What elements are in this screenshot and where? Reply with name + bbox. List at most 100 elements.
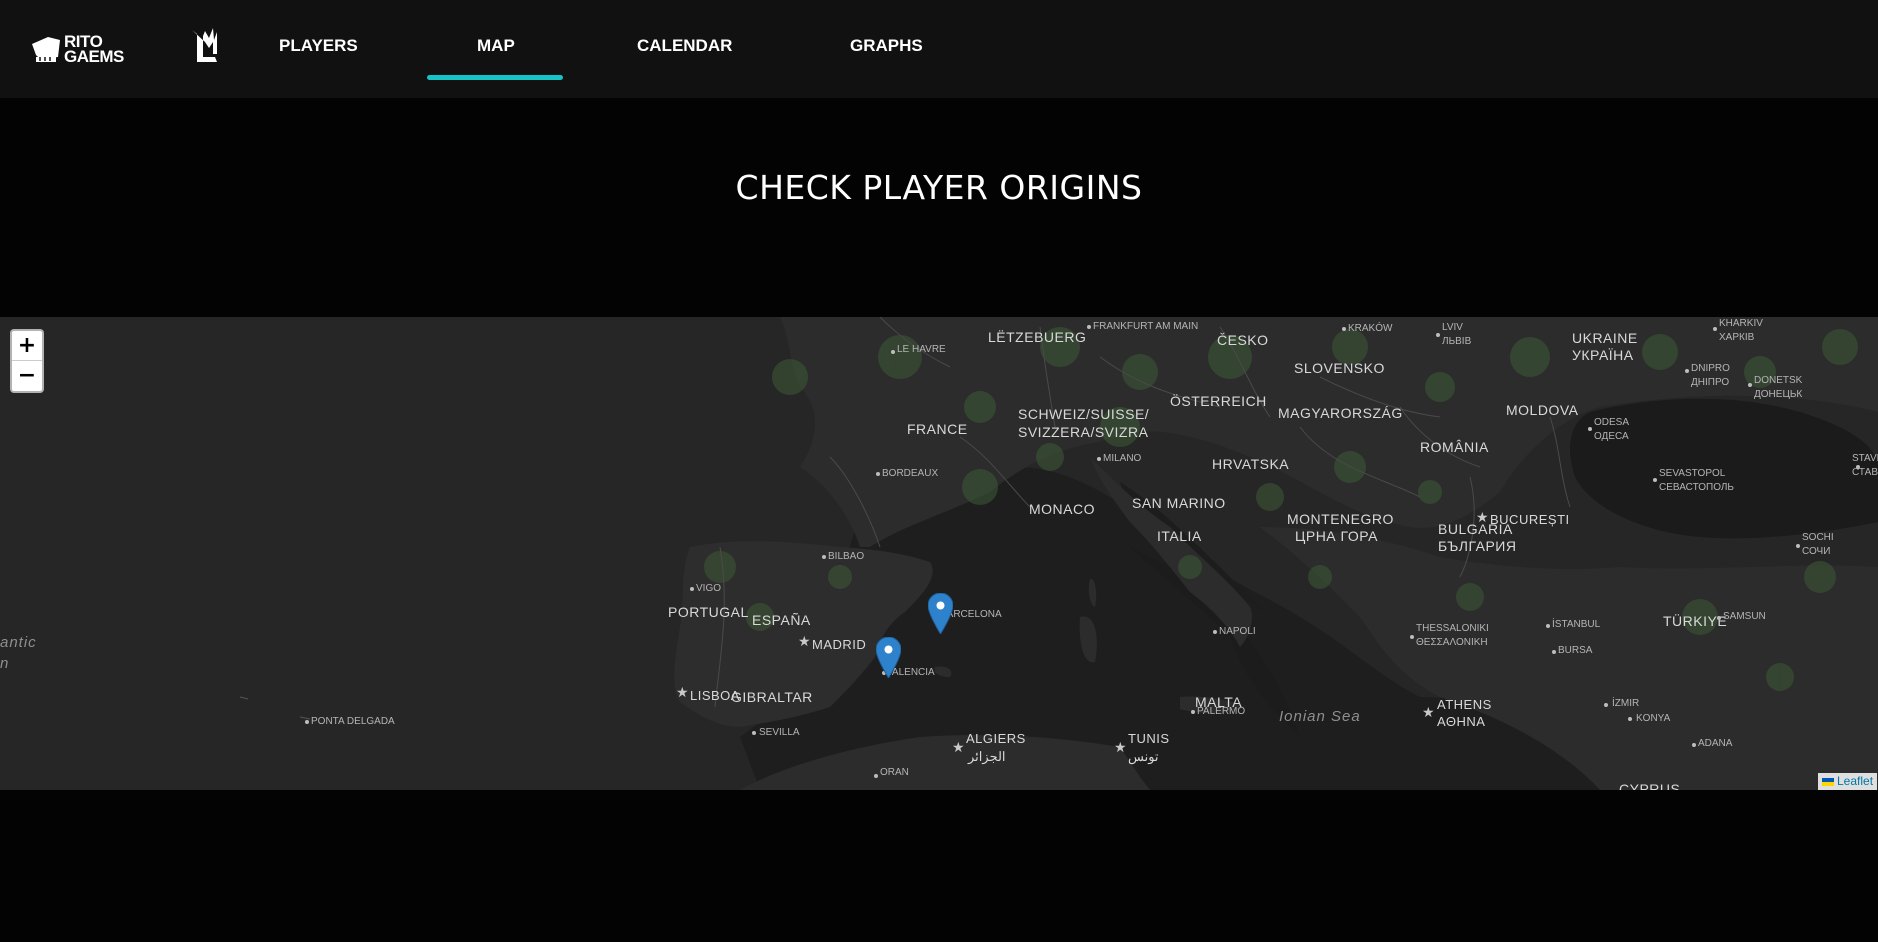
capital-star-icon: ★ (1476, 510, 1489, 526)
label-thessaloniki: THESSALONIKI (1416, 623, 1489, 634)
label-izmir: İZMIR (1612, 698, 1640, 709)
page-title: CHECK PLAYER ORIGINS (735, 168, 1143, 208)
label-athina: ΑΘΗΝΑ (1437, 714, 1486, 729)
label-atlantic-1: antic (0, 634, 37, 651)
map-marker-valencia[interactable] (876, 637, 901, 678)
city-dot (1796, 544, 1800, 548)
label-lviv-cyr: ЛЬВІВ (1442, 336, 1472, 347)
label-sochi: SOCHI (1802, 532, 1834, 543)
label-bilbao: BILBAO (828, 551, 865, 562)
label-dnipro: DNIPRO (1691, 363, 1730, 374)
capital-star-icon: ★ (676, 685, 689, 701)
city-dot (1436, 333, 1440, 337)
label-stavropol-cyr: СТАВР (1852, 467, 1878, 478)
map-marker-barcelona[interactable] (928, 593, 953, 634)
label-samsun: SAMSUN (1723, 611, 1766, 622)
capital-star-icon: ★ (1422, 705, 1435, 721)
capital-star-icon: ★ (798, 634, 811, 650)
city-dot (1410, 635, 1414, 639)
player-origins-map[interactable]: LËTZEBUERG ČESKO UKRAINE УКРАЇНА SLOVENS… (0, 317, 1878, 790)
city-dot (1342, 327, 1346, 331)
label-frankfurt: FRANKFURT AM MAIN (1093, 321, 1199, 332)
label-istanbul: İSTANBUL (1552, 619, 1601, 630)
city-dot (1213, 630, 1217, 634)
label-hrvatska: HRVATSKA (1212, 456, 1290, 472)
label-balgariya: БЪЛГАРИЯ (1438, 538, 1517, 554)
city-dot (1552, 650, 1556, 654)
attribution-link[interactable]: Leaflet (1837, 774, 1873, 788)
map-tiles[interactable] (0, 317, 1878, 790)
label-sochi-cyr: СОЧИ (1802, 546, 1831, 557)
label-romania: ROMÂNIA (1420, 439, 1489, 455)
city-dot (1713, 327, 1717, 331)
label-tunis-ar: تونس (1128, 749, 1159, 764)
label-stavropol: STAVR (1852, 453, 1878, 464)
label-espana: ESPAÑA (752, 612, 811, 628)
label-thessaloniki-gr: ΘΕΣΣΑΛΟΝΙΚΗ (1416, 637, 1488, 648)
label-algiers: ALGIERS (966, 731, 1026, 746)
label-vigo: VIGO (696, 583, 722, 594)
label-napoli: NAPOLI (1219, 626, 1256, 637)
label-oran: ORAN (880, 767, 909, 778)
label-sevastopol-cyr: СЕВАСТОПОЛЬ (1659, 482, 1734, 493)
label-tunis: TUNIS (1128, 731, 1170, 746)
label-ionian-sea: Ionian Sea (1279, 708, 1361, 725)
city-dot (822, 555, 826, 559)
label-odesa-cyr: ОДЕСА (1594, 431, 1629, 442)
city-dot (1628, 717, 1632, 721)
label-atlantic-2: n (0, 655, 10, 672)
capital-star-icon: ★ (1114, 740, 1127, 756)
label-bucuresti: BUCUREȘTI (1490, 512, 1570, 527)
label-bordeaux: BORDEAUX (882, 468, 939, 479)
label-moldova: MOLDOVA (1506, 402, 1579, 418)
league-of-legends-icon[interactable] (189, 24, 219, 64)
top-navigation-bar: RITO GAEMS PLAYERS MAP CALENDAR GRAPHS (0, 0, 1878, 98)
city-dot (1191, 710, 1195, 714)
label-athens: ATHENS (1437, 697, 1492, 712)
nav-players[interactable]: PLAYERS (279, 36, 358, 56)
ukraine-flag-icon (1822, 777, 1834, 786)
label-le-havre: LE HAVRE (897, 344, 946, 355)
city-dot (1546, 624, 1550, 628)
logo-line-2: GAEMS (64, 47, 124, 66)
label-sevilla: SEVILLA (759, 727, 800, 738)
city-dot (690, 587, 694, 591)
label-slovensko: SLOVENSKO (1294, 360, 1385, 376)
fist-logo-icon (32, 37, 60, 62)
label-italia: ITALIA (1157, 528, 1202, 544)
nav-map[interactable]: MAP (477, 36, 515, 56)
label-montenegro: MONTENEGRO (1287, 511, 1394, 527)
label-kharkiv-cyr: ХАРКІВ (1719, 332, 1755, 343)
zoom-out-button[interactable]: − (12, 361, 42, 391)
label-bursa: BURSA (1558, 645, 1593, 656)
label-cyprus: CYPRUS (1619, 781, 1681, 790)
city-dot (1588, 427, 1592, 431)
zoom-control: + − (10, 329, 44, 393)
nav-calendar[interactable]: CALENDAR (637, 36, 732, 56)
label-magyarorszag: MAGYARORSZÁG (1278, 405, 1403, 421)
zoom-in-button[interactable]: + (12, 331, 42, 361)
city-dot (1748, 383, 1752, 387)
city-dot (1604, 703, 1608, 707)
label-monaco: MONACO (1029, 501, 1095, 517)
label-adana: ADANA (1698, 738, 1733, 749)
label-schweiz-2: SVIZZERA/SVIZRA (1018, 424, 1149, 440)
label-sevastopol: SEVASTOPOL (1659, 468, 1726, 479)
city-dot (752, 731, 756, 735)
label-palermo: PALERMO (1197, 706, 1246, 717)
active-tab-indicator (427, 75, 563, 80)
label-ponta-delgada: PONTA DELGADA (311, 716, 395, 727)
rito-gaems-logo[interactable]: RITO GAEMS (30, 33, 124, 66)
label-schweiz-1: SCHWEIZ/SUISSE/ (1018, 406, 1150, 422)
label-kharkiv: KHARKIV (1719, 318, 1763, 329)
capital-star-icon: ★ (952, 740, 965, 756)
city-dot (1087, 325, 1091, 329)
label-lviv: LVIV (1442, 322, 1463, 333)
city-dot (1692, 743, 1696, 747)
label-odesa: ODESA (1594, 417, 1630, 428)
nav-graphs[interactable]: GRAPHS (850, 36, 923, 56)
label-milano: MILANO (1103, 453, 1142, 464)
city-dot (1685, 369, 1689, 373)
leaflet-attribution[interactable]: Leaflet (1818, 773, 1878, 790)
label-donetsk: DONETSK (1754, 375, 1803, 386)
